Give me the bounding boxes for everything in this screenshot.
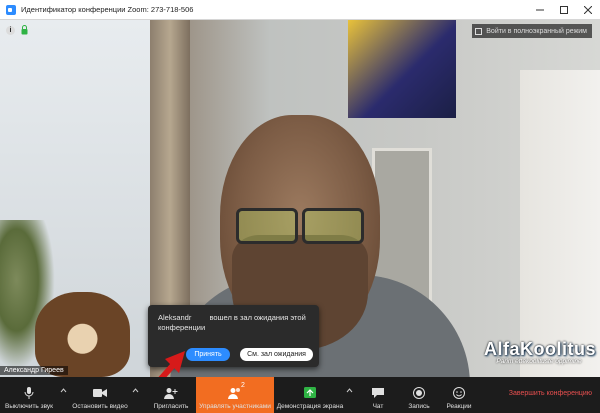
reactions-label: Реакции <box>446 403 472 410</box>
maximize-icon <box>560 6 568 14</box>
invite-button[interactable]: Пригласить <box>150 377 192 413</box>
chat-button[interactable]: Чат <box>362 377 394 413</box>
video-camera-icon <box>93 389 107 397</box>
notification-participant: Aleksandr <box>158 313 192 322</box>
reactions-button[interactable]: Реакции <box>440 377 478 413</box>
share-options-chevron-icon[interactable] <box>346 387 353 394</box>
chat-label: Чат <box>372 403 384 410</box>
stop-video-button[interactable]: Остановить видео <box>70 377 130 413</box>
record-label: Запись <box>408 403 430 410</box>
participants-count: 2 <box>241 382 245 389</box>
audio-options-chevron-icon[interactable] <box>60 387 67 394</box>
background-poster <box>348 20 456 118</box>
mute-label: Выключить звук <box>4 403 54 410</box>
record-button[interactable]: Запись <box>400 377 438 413</box>
microphone-icon <box>24 387 34 399</box>
share-screen-icon <box>304 387 316 398</box>
window-controls <box>528 0 600 20</box>
record-icon <box>413 387 425 399</box>
info-icon[interactable]: i <box>6 26 15 35</box>
minimize-icon <box>536 9 544 11</box>
invite-label: Пригласить <box>153 403 189 410</box>
view-waiting-room-button[interactable]: См. зал ожидания <box>240 348 313 361</box>
chat-icon <box>372 388 384 398</box>
close-button[interactable] <box>576 0 600 20</box>
notification-text: Aleksandr вошел в зал ожидания этой конф… <box>158 313 313 333</box>
background-door <box>520 70 600 377</box>
encryption-lock-icon[interactable] <box>21 25 28 35</box>
stop-video-label: Остановить видео <box>72 403 128 410</box>
participant-name-tag: Александр Гиреев <box>0 366 68 375</box>
manage-participants-button[interactable]: 2 Управлять участниками <box>196 377 274 413</box>
meeting-toolbar: Выключить звук Остановить видео Пригласи… <box>0 377 600 413</box>
plush-monkey <box>35 292 130 377</box>
fullscreen-label: Войти в полноэкранный режим <box>486 27 587 35</box>
add-person-icon <box>164 388 178 399</box>
watermark: AlfaKoolitus Parim ettekoolituste õppimi… <box>484 339 596 365</box>
window-title: Идентификатор конференции Zoom: 273-718-… <box>21 5 194 14</box>
fullscreen-icon <box>475 27 483 35</box>
share-screen-button[interactable]: Демонстрация экрана <box>276 377 344 413</box>
title-bar: Идентификатор конференции Zoom: 273-718-… <box>0 0 600 20</box>
watermark-subtitle: Parim ettekoolituste õppimine <box>496 358 582 365</box>
participant-glasses <box>236 208 364 244</box>
video-options-chevron-icon[interactable] <box>132 387 139 394</box>
maximize-button[interactable] <box>552 0 576 20</box>
watermark-title: AlfaKoolitus <box>484 339 596 359</box>
share-screen-label: Демонстрация экрана <box>276 403 344 410</box>
fullscreen-button[interactable]: Войти в полноэкранный режим <box>472 24 592 38</box>
zoom-logo-icon <box>6 4 16 15</box>
participants-icon <box>228 388 240 399</box>
end-meeting-button[interactable]: Завершить конференцию <box>509 390 592 397</box>
reactions-icon <box>453 387 465 399</box>
manage-participants-label: Управлять участниками <box>199 403 271 410</box>
minimize-button[interactable] <box>528 0 552 20</box>
close-icon <box>584 6 592 14</box>
mute-button[interactable]: Выключить звук <box>0 377 58 413</box>
